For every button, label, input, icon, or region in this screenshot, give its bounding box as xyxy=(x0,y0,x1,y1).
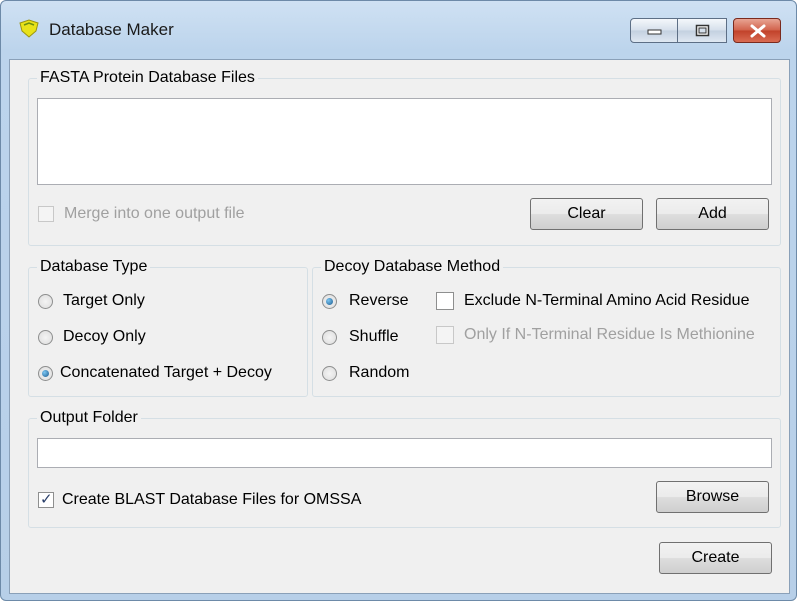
radio-shuffle[interactable]: Shuffle xyxy=(322,328,399,346)
only-if-methionine-checkbox[interactable]: Only If N-Terminal Residue Is Methionine xyxy=(436,326,755,344)
radio-concatenated-label: Concatenated Target + Decoy xyxy=(60,364,272,381)
fasta-group: FASTA Protein Database Files Merge into … xyxy=(28,69,781,246)
radio-concatenated[interactable]: Concatenated Target + Decoy xyxy=(38,364,272,382)
close-button[interactable] xyxy=(733,18,781,43)
window-title: Database Maker xyxy=(49,20,174,39)
title-bar[interactable]: Database Maker xyxy=(1,1,796,59)
output-folder-group: Output Folder Create BLAST Database File… xyxy=(28,409,781,528)
minimize-button[interactable] xyxy=(630,18,678,43)
maximize-icon xyxy=(695,24,710,37)
exclude-nterm-checkbox-box[interactable] xyxy=(436,292,454,310)
radio-reverse[interactable]: Reverse xyxy=(322,292,409,310)
blast-checkbox-label: Create BLAST Database Files for OMSSA xyxy=(62,491,362,508)
add-button[interactable]: Add xyxy=(656,198,769,230)
database-type-legend: Database Type xyxy=(37,258,151,276)
exclude-nterm-label: Exclude N-Terminal Amino Acid Residue xyxy=(464,292,750,309)
app-window: Database Maker FASTA Protein Database Fi… xyxy=(0,0,797,601)
minimize-icon xyxy=(647,29,662,35)
radio-random-circle[interactable] xyxy=(322,365,337,381)
merge-checkbox-label: Merge into one output file xyxy=(64,205,245,222)
blast-checkbox[interactable]: Create BLAST Database Files for OMSSA xyxy=(38,490,362,509)
fasta-group-legend: FASTA Protein Database Files xyxy=(37,69,258,87)
only-if-methionine-checkbox-box[interactable] xyxy=(436,326,454,344)
blast-checkbox-box[interactable] xyxy=(38,490,54,508)
radio-target-only[interactable]: Target Only xyxy=(38,292,145,310)
radio-reverse-label: Reverse xyxy=(349,292,409,309)
radio-reverse-circle[interactable] xyxy=(322,293,337,309)
clear-button[interactable]: Clear xyxy=(530,198,643,230)
output-folder-input[interactable] xyxy=(37,438,772,468)
radio-shuffle-circle[interactable] xyxy=(322,329,337,345)
decoy-method-group: Decoy Database Method Reverse Shuffle Ra… xyxy=(312,258,781,397)
database-type-group: Database Type Target Only Decoy Only Con… xyxy=(28,258,308,397)
client-area: FASTA Protein Database Files Merge into … xyxy=(9,59,790,594)
browse-button[interactable]: Browse xyxy=(656,481,769,513)
exclude-nterm-checkbox[interactable]: Exclude N-Terminal Amino Acid Residue xyxy=(436,292,749,310)
merge-checkbox-box[interactable] xyxy=(38,206,54,222)
radio-concatenated-circle[interactable] xyxy=(38,365,53,381)
radio-decoy-only-circle[interactable] xyxy=(38,329,53,345)
maximize-button[interactable] xyxy=(677,18,727,43)
radio-shuffle-label: Shuffle xyxy=(349,328,399,345)
radio-random-label: Random xyxy=(349,364,410,381)
merge-checkbox[interactable]: Merge into one output file xyxy=(38,205,245,223)
close-icon xyxy=(750,24,766,38)
radio-decoy-only[interactable]: Decoy Only xyxy=(38,328,146,346)
fasta-file-list[interactable] xyxy=(37,98,772,185)
output-folder-legend: Output Folder xyxy=(37,409,141,427)
decoy-method-legend: Decoy Database Method xyxy=(321,258,504,276)
radio-random[interactable]: Random xyxy=(322,364,409,382)
database-maker-app-icon xyxy=(19,19,39,38)
radio-target-only-label: Target Only xyxy=(63,292,145,309)
create-button[interactable]: Create xyxy=(659,542,772,574)
radio-decoy-only-label: Decoy Only xyxy=(63,328,146,345)
only-if-methionine-label: Only If N-Terminal Residue Is Methionine xyxy=(464,326,755,343)
radio-target-only-circle[interactable] xyxy=(38,293,53,309)
